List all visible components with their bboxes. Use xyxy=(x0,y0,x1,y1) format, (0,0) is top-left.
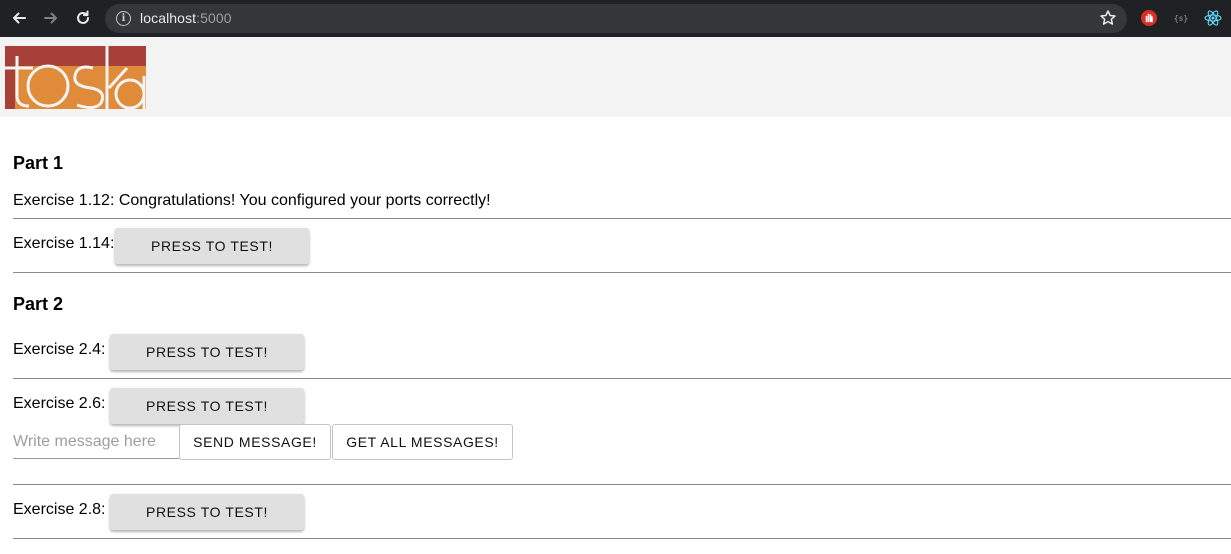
info-icon[interactable]: i xyxy=(116,11,131,26)
part1-heading: Part 1 xyxy=(13,153,64,173)
get-all-messages-button[interactable]: GET ALL MESSAGES! xyxy=(332,424,513,460)
reload-icon[interactable] xyxy=(72,7,94,29)
extension-json-icon[interactable]: {s} xyxy=(1172,9,1190,27)
exercise-2-8-test-button[interactable]: PRESS TO TEST! xyxy=(110,494,304,530)
exercise-2-4-label: Exercise 2.4: xyxy=(13,341,106,358)
react-devtools-icon[interactable] xyxy=(1204,9,1222,27)
bookmark-star-icon[interactable] xyxy=(1099,9,1117,27)
exercise-2-4-test-button[interactable]: PRESS TO TEST! xyxy=(110,334,304,370)
exercise-1-12-text: Exercise 1.12: Congratulations! You conf… xyxy=(13,192,491,209)
toska-logo: toska xyxy=(5,46,146,109)
message-input[interactable] xyxy=(13,425,179,459)
exercise-1-14-test-button[interactable]: PRESS TO TEST! xyxy=(115,228,309,264)
send-message-button[interactable]: SEND MESSAGE! xyxy=(179,424,331,460)
divider xyxy=(13,272,1231,273)
exercise-2-8-label: Exercise 2.8: xyxy=(13,501,106,518)
exercise-2-6-test-button[interactable]: PRESS TO TEST! xyxy=(110,388,304,424)
forward-arrow-icon[interactable] xyxy=(40,7,62,29)
svg-text:{s}: {s} xyxy=(1174,14,1188,23)
divider xyxy=(13,218,1231,219)
divider xyxy=(13,538,1231,539)
exercise-2-6-label: Exercise 2.6: xyxy=(13,395,106,412)
divider xyxy=(13,378,1231,379)
extension-stop-icon[interactable] xyxy=(1140,9,1158,27)
exercise-1-14-label: Exercise 1.14: xyxy=(13,235,115,252)
part2-heading: Part 2 xyxy=(13,294,64,314)
url-text: localhost:5000 xyxy=(140,10,232,26)
address-bar[interactable]: i localhost:5000 xyxy=(105,4,1127,33)
divider xyxy=(13,484,1231,485)
browser-toolbar: i localhost:5000 {s} xyxy=(0,0,1231,37)
back-arrow-icon[interactable] xyxy=(8,7,30,29)
app-header: toska xyxy=(0,37,1231,117)
